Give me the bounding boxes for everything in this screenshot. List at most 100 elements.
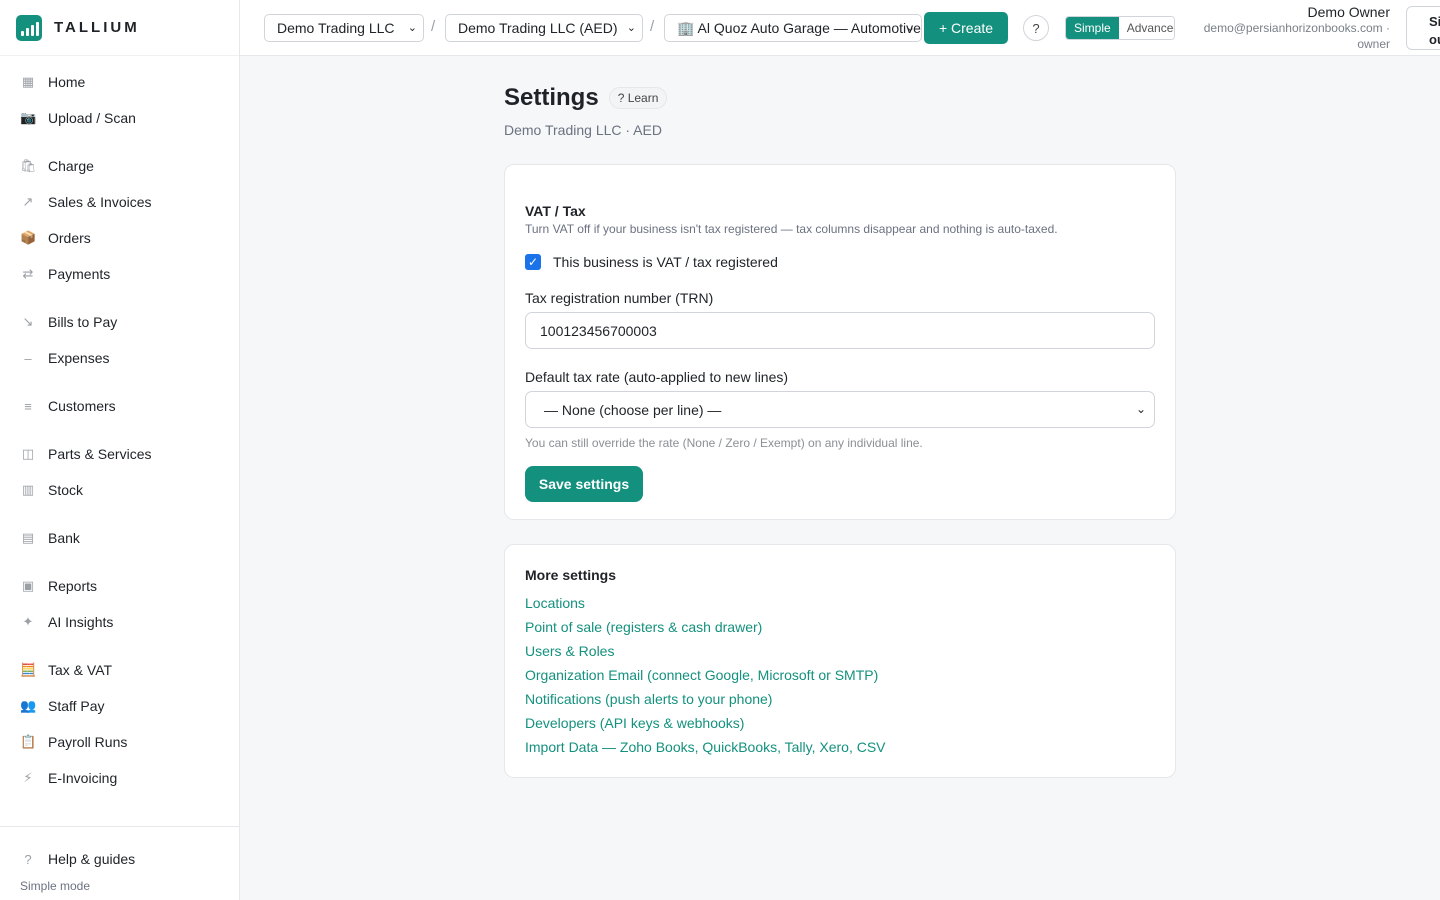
package-icon: 📦 <box>20 230 37 245</box>
sidebar-item-label: Tax & VAT <box>48 662 113 678</box>
bank-icon: ▤ <box>21 530 35 545</box>
arrow-down-right-icon: ↘ <box>22 314 34 329</box>
link-users-roles[interactable]: Users & Roles <box>525 639 1155 663</box>
sidebar-item-staff-pay[interactable]: 👥 Staff Pay <box>0 688 239 724</box>
learn-button[interactable]: ? Learn <box>608 87 668 109</box>
org-select-value: Demo Trading LLC <box>277 20 395 36</box>
abacus-icon: 🧮 <box>20 662 37 677</box>
mode-advanced-button[interactable]: Advanced <box>1118 17 1174 39</box>
page-title: Settings <box>504 84 599 111</box>
sidebar-item-e-invoicing[interactable]: ⚡ E-Invoicing <box>0 760 239 796</box>
sidebar-footer: ? Help & guides Simple mode <box>0 826 239 900</box>
sidebar-item-stock[interactable]: ▥ Stock <box>0 472 239 508</box>
sidebar-nav: ▦ Home 📷 Upload / Scan 🛍 Charge ↗ Sales & In… <box>0 56 239 796</box>
vat-registered-label: This business is VAT / tax registered <box>553 254 778 270</box>
camera-icon: 📷 <box>20 110 37 125</box>
mode-simple-button[interactable]: Simple <box>1066 17 1119 39</box>
create-button[interactable]: + Create <box>924 12 1008 44</box>
sidebar-item-label: Staff Pay <box>48 698 105 714</box>
link-import-data[interactable]: Import Data — Zoho Books, QuickBooks, Ta… <box>525 735 1155 759</box>
user-info: Demo Owner demo@persianhorizonbooks.com … <box>1204 4 1390 52</box>
chevron-down-icon: ⌄ <box>626 22 636 34</box>
brand[interactable]: TALLIUM <box>0 0 239 56</box>
question-icon: ? <box>24 851 32 867</box>
sidebar-item-label: Customers <box>48 398 116 414</box>
chart-icon: ▣ <box>21 578 35 593</box>
breadcrumb-separator: / <box>431 18 436 35</box>
help-button[interactable]: ? <box>1023 15 1049 41</box>
chevron-down-icon: ⌄ <box>1135 402 1146 416</box>
sidebar-item-label: Expenses <box>48 350 110 366</box>
sidebar-item-upload-scan[interactable]: 📷 Upload / Scan <box>0 100 239 136</box>
sidebar-item-label: Payments <box>48 266 111 282</box>
more-settings-card: More settings Locations Point of sale (r… <box>504 544 1176 778</box>
vat-settings-card: VAT / Tax Turn VAT off if your business … <box>504 164 1176 520</box>
sidebar-item-charge[interactable]: 🛍 Charge <box>0 148 239 184</box>
default-tax-rate-select[interactable]: — None (choose per line) — ⌄ <box>525 391 1155 428</box>
sidebar-item-help-guides[interactable]: ? Help & guides <box>0 841 239 877</box>
currency-select[interactable]: Demo Trading LLC (AED) ⌄ <box>445 14 643 42</box>
location-select-value: 🏢 Al Quoz Auto Garage — Automotive <box>677 19 921 36</box>
page-subtitle: Demo Trading LLC · AED <box>504 122 662 138</box>
sidebar-item-label: Bills to Pay <box>48 314 118 330</box>
sidebar-item-home[interactable]: ▦ Home <box>0 64 239 100</box>
sidebar-item-bank[interactable]: ▤ Bank <box>0 520 239 556</box>
location-select[interactable]: 🏢 Al Quoz Auto Garage — Automotive ⌄ <box>664 14 922 42</box>
sidebar-item-tax-vat[interactable]: 🧮 Tax & VAT <box>0 652 239 688</box>
main-content: Settings ? Learn Demo Trading LLC · AED … <box>504 56 1176 778</box>
link-developers[interactable]: Developers (API keys & webhooks) <box>525 711 1155 735</box>
default-tax-rate-value: — None (choose per line) — <box>544 401 722 418</box>
sidebar-item-label: E-Invoicing <box>48 770 118 786</box>
user-role: owner <box>1357 37 1390 51</box>
box-icon: ◫ <box>21 446 35 461</box>
sidebar-item-label: Bank <box>48 530 80 546</box>
shopping-bag-icon: 🛍 <box>20 158 37 173</box>
sidebar-item-label: Help & guides <box>48 851 136 867</box>
link-notifications[interactable]: Notifications (push alerts to your phone… <box>525 687 1155 711</box>
trn-input-value: 100123456700003 <box>540 322 657 339</box>
org-select[interactable]: Demo Trading LLC ⌄ <box>264 14 424 42</box>
sidebar-item-bills-to-pay[interactable]: ↘ Bills to Pay <box>0 304 239 340</box>
sidebar-item-label: Sales & Invoices <box>48 194 152 210</box>
vat-registered-row: ✓ This business is VAT / tax registered <box>525 254 1155 270</box>
sidebar-item-label: Reports <box>48 578 98 594</box>
vat-section-title: VAT / Tax <box>525 203 586 219</box>
tallium-logo-icon <box>16 14 42 41</box>
trn-input[interactable]: 100123456700003 <box>525 312 1155 349</box>
minus-icon: – <box>24 350 32 366</box>
link-locations[interactable]: Locations <box>525 591 1155 615</box>
link-organization-email[interactable]: Organization Email (connect Google, Micr… <box>525 663 1155 687</box>
save-settings-button[interactable]: Save settings <box>525 466 643 502</box>
vat-section-description: Turn VAT off if your business isn't tax … <box>525 222 1058 236</box>
vat-registered-checkbox[interactable]: ✓ <box>525 254 541 270</box>
chevron-down-icon: ⌄ <box>407 22 417 34</box>
sidebar-item-payroll-runs[interactable]: 📋 Payroll Runs <box>0 724 239 760</box>
sidebar-item-label: Orders <box>48 230 91 246</box>
sidebar-item-payments[interactable]: ⇄ Payments <box>0 256 239 292</box>
sidebar-item-sales-invoices[interactable]: ↗ Sales & Invoices <box>0 184 239 220</box>
link-point-of-sale[interactable]: Point of sale (registers & cash drawer) <box>525 615 1155 639</box>
sign-out-button[interactable]: Sign out <box>1406 6 1440 50</box>
sidebar-item-label: AI Insights <box>48 614 114 630</box>
sidebar-item-reports[interactable]: ▣ Reports <box>0 568 239 604</box>
list-icon: ≡ <box>24 398 32 414</box>
brand-name: TALLIUM <box>54 19 140 36</box>
columns-icon: ▥ <box>21 482 35 497</box>
sidebar-item-orders[interactable]: 📦 Orders <box>0 220 239 256</box>
clipboard-icon: 📋 <box>20 734 37 749</box>
currency-select-value: Demo Trading LLC (AED) <box>458 20 618 36</box>
sidebar-item-label: Home <box>48 74 86 90</box>
sidebar-item-customers[interactable]: ≡ Customers <box>0 388 239 424</box>
sidebar-item-ai-insights[interactable]: ✦ AI Insights <box>0 604 239 640</box>
more-settings-title: More settings <box>525 567 617 583</box>
user-email: demo@persianhorizonbooks.com · <box>1203 21 1390 35</box>
sidebar-item-label: Payroll Runs <box>48 734 128 750</box>
trn-label: Tax registration number (TRN) <box>525 290 714 306</box>
sidebar-item-label: Stock <box>48 482 84 498</box>
mode-toggle: Simple Advanced <box>1065 16 1175 40</box>
breadcrumb-separator: / <box>650 18 655 35</box>
sidebar-item-expenses[interactable]: – Expenses <box>0 340 239 376</box>
transfer-icon: ⇄ <box>22 266 34 281</box>
sidebar-item-parts-services[interactable]: ◫ Parts & Services <box>0 436 239 472</box>
mode-label: Simple mode <box>20 879 91 893</box>
